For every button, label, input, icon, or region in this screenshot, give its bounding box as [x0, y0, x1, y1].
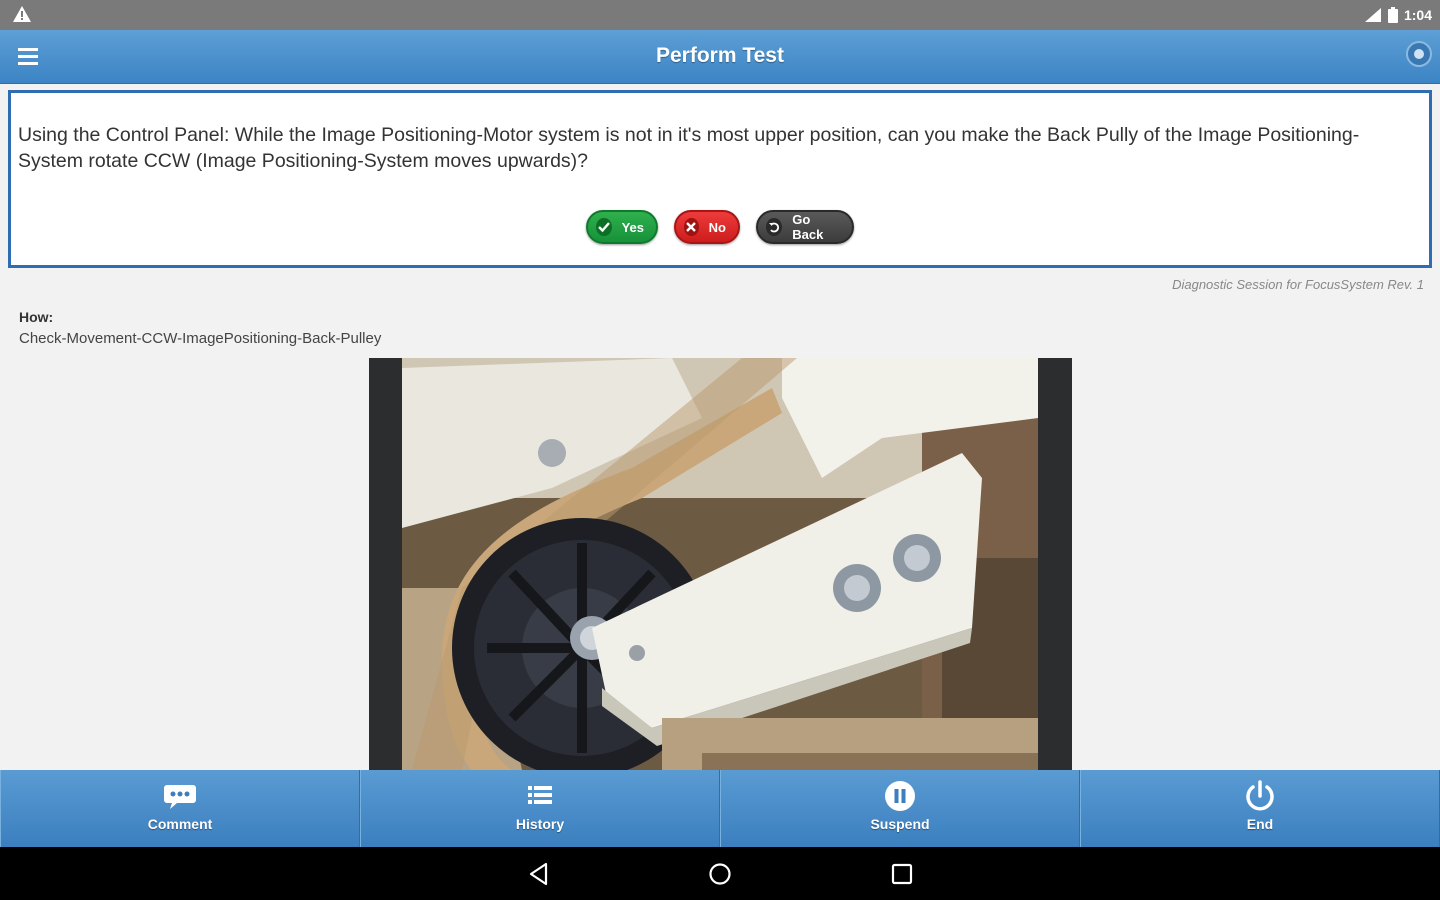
question-text: Using the Control Panel: While the Image…	[18, 124, 1360, 172]
instruction-photo	[369, 358, 1072, 770]
session-label: Diagnostic Session for FocusSystem Rev. …	[1172, 277, 1424, 292]
pause-icon	[883, 779, 917, 813]
yes-label: Yes	[621, 219, 644, 235]
system-nav-bar	[0, 847, 1440, 900]
page-title: Perform Test	[656, 44, 784, 67]
list-icon	[523, 779, 557, 813]
battery-icon	[1387, 7, 1398, 23]
go-back-label: Go Back	[792, 212, 824, 242]
tab-end-label: End	[1246, 816, 1274, 832]
warning-icon	[12, 5, 32, 25]
tab-end[interactable]: End	[1080, 770, 1440, 847]
answer-buttons: Yes No Go Back	[11, 210, 1429, 244]
how-label: How:	[19, 309, 54, 325]
go-back-button[interactable]: Go Back	[756, 210, 854, 244]
checkmark-icon	[596, 218, 612, 236]
signal-icon	[1364, 7, 1382, 23]
status-bar: 1:04	[0, 0, 1440, 30]
how-value: Check-Movement-CCW-ImagePositioning-Back…	[19, 330, 382, 347]
bottom-tab-bar: Comment History Suspend End	[0, 770, 1440, 847]
recents-nav-icon[interactable]	[889, 861, 915, 887]
app-bar: Perform Test	[0, 30, 1440, 84]
tab-comment-label: Comment	[147, 816, 213, 832]
tab-suspend-label: Suspend	[870, 816, 930, 832]
clock: 1:04	[1403, 7, 1432, 23]
yes-button[interactable]: Yes	[586, 210, 658, 244]
info-icon[interactable]	[1406, 41, 1432, 67]
home-nav-icon[interactable]	[707, 861, 733, 887]
back-nav-icon[interactable]	[526, 861, 552, 887]
tab-comment[interactable]: Comment	[0, 770, 360, 847]
no-button[interactable]: No	[674, 210, 740, 244]
tab-suspend[interactable]: Suspend	[720, 770, 1080, 847]
question-panel: Using the Control Panel: While the Image…	[8, 90, 1432, 268]
tab-history[interactable]: History	[360, 770, 720, 847]
no-label: No	[708, 219, 726, 235]
power-icon	[1243, 779, 1277, 813]
undo-icon	[766, 218, 783, 236]
close-icon	[684, 218, 699, 236]
comment-icon	[163, 779, 197, 813]
tab-history-label: History	[515, 816, 565, 832]
